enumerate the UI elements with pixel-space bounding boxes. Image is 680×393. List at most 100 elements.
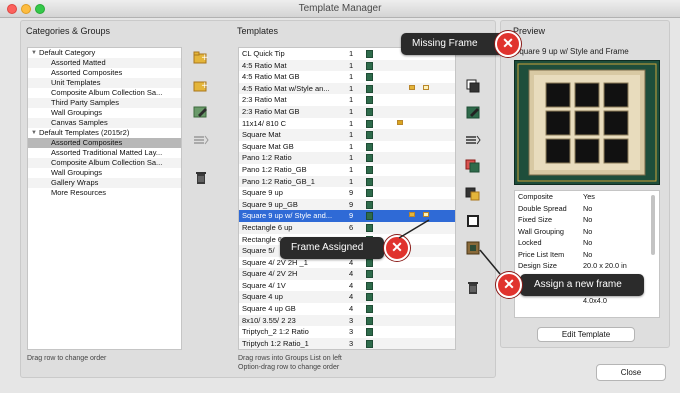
template-row[interactable]: Square 9 up 9 [239,187,455,199]
template-row[interactable]: Pano 1:2 Ratio_GB_1 1 [239,175,455,188]
replace-template-icon[interactable] [464,158,482,174]
category-label: Assorted Traditional Matted Lay... [51,148,163,157]
template-color-swatch-icon [366,328,373,337]
template-node-count: 1 [349,141,354,151]
group-row[interactable]: Composite Album Collection Sa... [28,88,181,98]
duplicate-template-icon[interactable] [464,78,482,94]
group-row[interactable]: Gallery Wraps [28,178,181,188]
disclosure-triangle-icon[interactable]: ▼ [31,128,37,138]
template-name: Pano 1:2 Ratio_GB [242,164,307,174]
disclosure-triangle-icon[interactable]: ▼ [31,48,37,58]
delete-template-icon[interactable] [464,280,482,296]
categories-list[interactable]: ▼ Default Category Assorted Matted Assorted… [27,47,182,350]
template-row[interactable]: 8x10/ 3.55/ 2 23 3 [239,314,455,327]
edit-group-icon[interactable] [192,104,210,120]
template-row[interactable]: 4:5 Ratio Mat w/Style an... 1 [239,82,455,95]
template-row[interactable]: Square 4/ 2V 2H 4 [239,268,455,280]
mat-indicator-icon [409,84,415,90]
frame-assigned-pointer [398,219,430,239]
template-row[interactable]: Square Mat GB 1 [239,141,455,153]
template-row[interactable]: 4:5 Ratio Mat GB 1 [239,71,455,83]
category-label: Default Templates (2015r2) [39,128,130,137]
property-key: Price List Item [518,249,565,259]
group-row[interactable]: Assorted Traditional Matted Lay... [28,148,181,158]
template-row[interactable]: 2:3 Ratio Mat 1 [239,94,455,106]
properties-scrollbar[interactable] [651,195,655,255]
group-row[interactable]: Unit Templates [28,78,181,88]
template-name: Square 4 up [242,292,283,302]
group-row[interactable]: Assorted Composites [28,138,181,148]
template-name: Square 9 up w/ Style and... [242,211,333,221]
group-row[interactable]: Assorted Composites [28,68,181,78]
template-name: Square 9 up_GB [242,199,298,209]
template-row[interactable]: Pano 1:2 Ratio_GB 1 [239,164,455,176]
template-name: Square 4 up GB [242,304,296,314]
template-row[interactable]: Pano 1:2 Ratio 1 [239,152,455,164]
group-row[interactable]: More Resources [28,188,181,198]
title-bar[interactable]: Template Manager [0,0,680,18]
categories-header: Categories & Groups [26,26,111,36]
property-value: No [583,215,593,224]
template-color-swatch-icon [366,270,373,279]
template-name: CL Quick Tip [242,49,285,58]
template-node-count: 1 [349,118,354,128]
template-name: Pano 1:2 Ratio_GB_1 [242,176,315,186]
template-row[interactable]: Square 4 up 4 [239,291,455,304]
property-row: Price List Item No [515,249,659,261]
template-color-swatch-icon [366,200,373,209]
group-row[interactable]: Assorted Matted [28,58,181,68]
template-node-count: 1 [349,130,354,140]
property-key: Locked [518,238,542,247]
sort-templates-icon[interactable] [464,132,482,148]
category-row[interactable]: ▼ Default Category [28,48,181,58]
sort-icon[interactable] [192,132,210,148]
group-row[interactable]: Wall Groupings [28,108,181,118]
property-row: Composite Yes [515,191,659,203]
edit-template-icon[interactable] [464,104,482,120]
template-color-swatch-icon [366,73,373,82]
delete-category-icon[interactable] [192,170,210,186]
template-row[interactable]: Triptych_2 1:2 Ratio 3 [239,326,455,338]
group-row[interactable]: Wall Groupings [28,168,181,178]
template-name: Square 4/ 1V [242,280,286,290]
template-name: 8x10/ 3.55/ 2 23 [242,315,296,325]
template-row[interactable]: Square 4 up GB 4 [239,303,455,315]
category-row[interactable]: ▼ Default Templates (2015r2) [28,128,181,138]
group-row[interactable]: Composite Album Collection Sa... [28,158,181,168]
template-row[interactable]: 2:3 Ratio Mat GB 1 [239,105,455,118]
warning-indicator-icon [397,119,403,125]
frame-style-icon[interactable] [464,213,482,229]
template-node-count: 1 [349,72,354,82]
template-name: 4:5 Ratio Mat w/Style an... [242,83,330,93]
template-color-swatch-icon [366,84,373,93]
property-row: Fixed Size No [515,214,659,226]
close-button[interactable]: Close [596,364,666,381]
category-label: Unit Templates [51,78,101,87]
template-row[interactable]: 11x14/ 810 C 1 [239,118,455,130]
remove-frame-icon[interactable] [464,186,482,202]
template-row[interactable]: Square 9 up_GB 9 [239,198,455,211]
template-node-count: 1 [349,153,354,163]
category-label: Gallery Wraps [51,178,99,187]
template-row[interactable]: Triptych 1:2 Ratio_1 3 [239,337,455,349]
templates-list[interactable]: CL Quick Tip 1 4:5 Ratio Mat 1 4:5 Ratio Mat… [238,47,456,350]
template-row[interactable]: Square Mat 1 [239,129,455,141]
add-group-icon[interactable]: + [192,78,210,94]
template-color-swatch-icon [366,281,373,290]
property-row: Double Spread No [515,203,659,215]
group-row[interactable]: Canvas Samples [28,118,181,128]
template-row[interactable]: 4:5 Ratio Mat 1 [239,59,455,72]
template-node-count: 4 [349,292,354,302]
template-node-count: 1 [349,95,354,105]
template-node-count: 9 [349,188,354,198]
template-color-swatch-icon [366,339,373,348]
missing-frame-callout: Missing Frame [401,33,505,55]
template-row[interactable]: Square 4/ 1V 4 [239,280,455,292]
edit-template-button[interactable]: Edit Template [537,327,635,342]
template-node-count: 4 [349,269,354,279]
template-node-count: 1 [349,83,354,93]
category-label: Composite Album Collection Sa... [51,88,163,97]
group-row[interactable]: Third Party Samples [28,98,181,108]
template-color-swatch-icon [366,119,373,128]
add-category-icon[interactable]: + [192,50,210,66]
